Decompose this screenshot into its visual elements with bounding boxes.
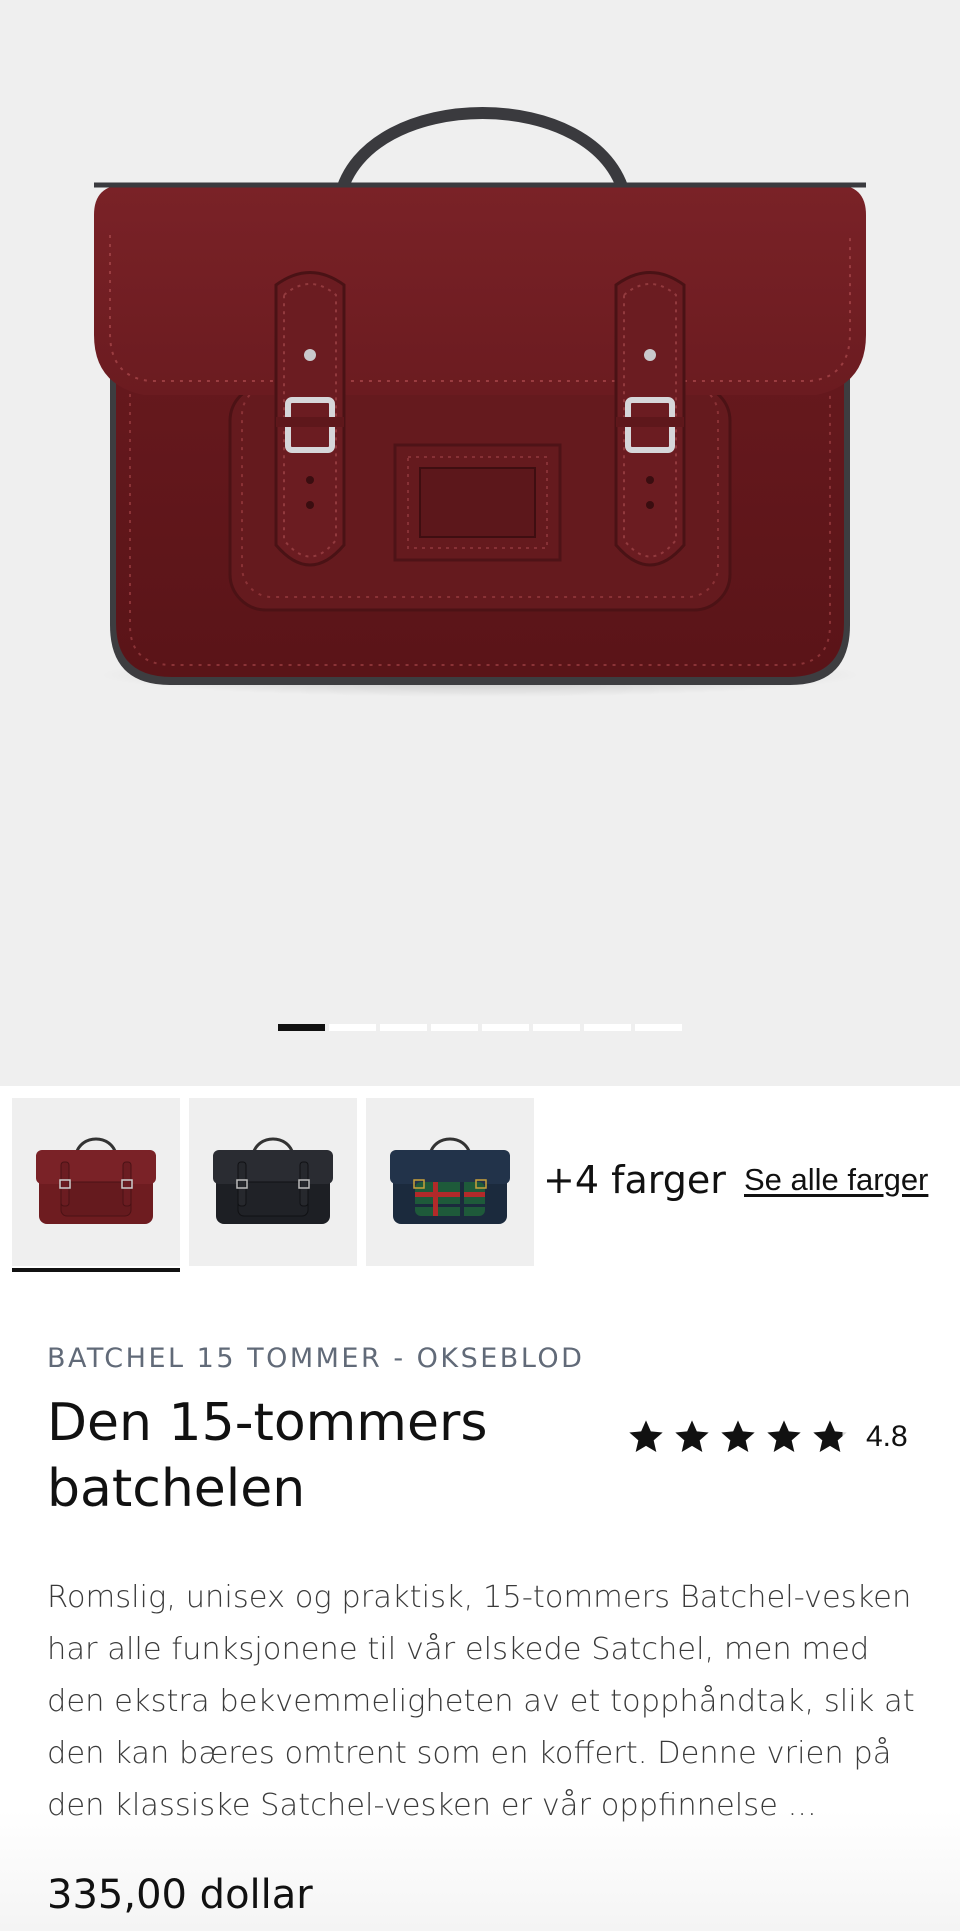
star-icon [721,1420,755,1452]
gallery-dot[interactable] [584,1024,631,1031]
star-icon [675,1420,709,1452]
see-all-colors-link[interactable]: Se alle farger [744,1162,928,1198]
oxblood-bag-thumbnail [36,1137,156,1224]
product-price: 335,00 dollar [47,1872,313,1918]
swatch-tartan[interactable] [366,1098,534,1266]
product-description: Romslig, unisex og praktisk, 15-tommers … [47,1580,915,1823]
rating-value: 4.8 [866,1420,908,1453]
swatch-oxblood[interactable] [12,1098,180,1272]
swatch-black[interactable] [189,1098,357,1266]
star-partial-icon [813,1420,847,1452]
rating-stars [626,1417,850,1457]
tartan-bag-thumbnail [390,1137,510,1224]
gallery-dot[interactable] [329,1024,376,1031]
product-image-gallery[interactable] [0,0,960,1086]
black-bag-thumbnail [213,1137,333,1224]
gallery-dot[interactable] [380,1024,427,1031]
gallery-dot[interactable] [635,1024,682,1031]
product-variant-label: BATCHEL 15 TOMMER - OKSEBLOD [47,1343,585,1374]
gallery-dot[interactable] [431,1024,478,1031]
gallery-dot[interactable] [482,1024,529,1031]
more-colors-count: +4 farger [543,1158,726,1202]
product-rating[interactable]: 4.8 [626,1417,908,1457]
product-title: Den 15-tommers batchelen [47,1393,488,1519]
gallery-pagination[interactable] [278,1024,682,1031]
gallery-dot[interactable] [278,1024,325,1031]
star-icon [629,1420,663,1452]
product-image-bag [94,107,866,697]
color-swatches: +4 farger Se alle farger [0,1098,960,1272]
gallery-dot[interactable] [533,1024,580,1031]
star-icon [767,1420,801,1452]
